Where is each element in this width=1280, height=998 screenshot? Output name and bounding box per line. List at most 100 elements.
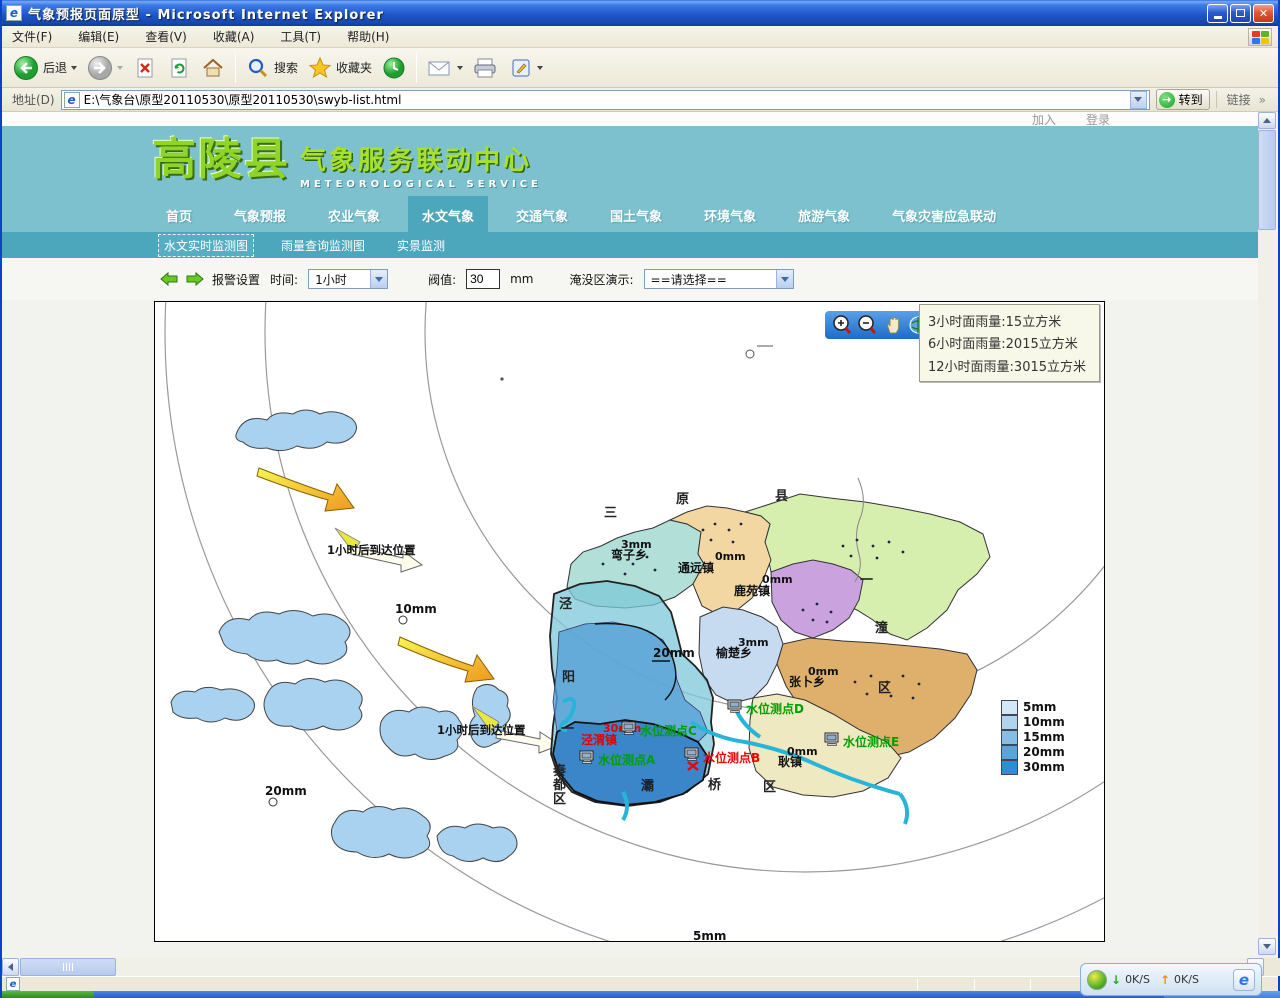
scroll-down-button[interactable] (1258, 938, 1276, 955)
address-bar: 地址(D) e E:\气象台\原型20110530\原型20110530\swy… (2, 88, 1278, 112)
address-value[interactable]: E:\气象台\原型20110530\原型20110530\swyb-list.h… (84, 91, 402, 108)
station-a-label[interactable]: 水位测点A (598, 752, 656, 767)
svg-text:三: 三 (604, 506, 617, 521)
zoom-in-icon[interactable] (831, 314, 853, 336)
svg-text:一: 一 (561, 722, 574, 737)
menu-favorites[interactable]: 收藏(A) (213, 28, 255, 45)
pan-hand-icon[interactable] (882, 314, 904, 336)
refresh-icon (167, 56, 191, 80)
vertical-scroll-thumb[interactable] (1258, 130, 1276, 230)
mail-button[interactable] (422, 53, 468, 83)
flood-select-arrow[interactable] (776, 270, 793, 288)
threshold-input[interactable] (466, 269, 500, 289)
legend-swatch-5mm (1001, 700, 1018, 715)
nav-tab-agriculture[interactable]: 农业气象 (314, 196, 394, 232)
subnav-live-view[interactable]: 实景监测 (392, 235, 450, 256)
mail-dropdown-icon[interactable] (457, 66, 463, 70)
zoom-out-icon[interactable] (856, 314, 878, 336)
nav-tab-home[interactable]: 首页 (152, 196, 206, 232)
stop-button[interactable] (128, 53, 162, 83)
refresh-button[interactable] (162, 53, 196, 83)
network-speed-widget[interactable]: ↓ 0K/S ↑ 0K/S e (1080, 963, 1262, 996)
scroll-up-button[interactable] (1258, 112, 1276, 129)
svg-text:20mm: 20mm (265, 784, 307, 798)
svg-text:县: 县 (775, 489, 788, 504)
main-nav: 首页 气象预报 农业气象 水文气象 交通气象 国土气象 环境气象 旅游气象 气象… (2, 196, 1260, 232)
menu-view[interactable]: 查看(V) (145, 28, 187, 45)
ie-launcher-icon[interactable]: e (1233, 969, 1255, 991)
login-link[interactable]: 登录 (1086, 111, 1110, 128)
legend-swatch-15mm (1001, 730, 1018, 745)
station-d-icon[interactable] (728, 700, 741, 712)
history-button[interactable] (377, 53, 411, 83)
chevron-left-icon (8, 963, 13, 971)
station-d-label[interactable]: 水位测点D (746, 701, 804, 716)
title-bar[interactable]: e 气象预报页面原型 - Microsoft Internet Explorer… (2, 0, 1278, 26)
horizontal-scrollbar[interactable] (2, 958, 1264, 976)
search-icon (246, 56, 270, 80)
forward-dropdown-icon[interactable] (117, 66, 123, 70)
menu-help[interactable]: 帮助(H) (347, 28, 389, 45)
scroll-left-button[interactable] (2, 958, 19, 976)
station-b-label[interactable]: 水位测点B (703, 750, 760, 765)
menu-file[interactable]: 文件(F) (12, 28, 52, 45)
close-button[interactable]: ✕ (1253, 4, 1274, 23)
start-button[interactable] (2, 991, 94, 998)
address-input[interactable]: e E:\气象台\原型20110530\原型20110530\swyb-list… (61, 90, 1150, 110)
ie-toolbar: 后退 (2, 48, 1278, 88)
time-select[interactable]: 1小时 (308, 269, 388, 289)
svg-text:10mm: 10mm (395, 602, 437, 616)
edit-dropdown-icon[interactable] (537, 66, 543, 70)
home-icon (201, 56, 225, 80)
home-button[interactable] (196, 53, 230, 83)
flood-zone (550, 581, 714, 806)
station-c-label[interactable]: 水位测点C (640, 723, 697, 738)
hydrology-map[interactable]: 三 原 县 泾 阳 一 潼 区 一 秦 都 区 灞 桥 区 (154, 301, 1105, 942)
join-link[interactable]: 加入 (1032, 111, 1056, 128)
site-header: 高陵县 气象服务联动中心 METEOROLOGICAL SERVICE (2, 126, 1260, 196)
search-button[interactable]: 搜索 (241, 53, 303, 83)
chevron-down-icon (1134, 97, 1142, 102)
subnav-rain-query[interactable]: 雨量查询监测图 (276, 235, 370, 256)
minimize-button[interactable] (1207, 4, 1228, 23)
print-button[interactable] (468, 53, 504, 83)
station-e-label[interactable]: 水位测点E (843, 734, 899, 749)
svg-text:都: 都 (552, 777, 566, 793)
svg-text:榆楚乡: 榆楚乡 (716, 645, 752, 660)
edit-button[interactable] (504, 53, 548, 83)
legend-label-10mm: 10mm (1023, 715, 1065, 730)
nav-tab-land[interactable]: 国土气象 (596, 196, 676, 232)
svg-text:阳: 阳 (562, 670, 575, 685)
rainfall-legend: 5mm 10mm 15mm 20mm 30mm (1001, 700, 1065, 775)
district-luyuanzhen[interactable] (771, 560, 863, 638)
address-dropdown-button[interactable] (1130, 91, 1147, 109)
horizontal-scroll-thumb[interactable] (20, 958, 116, 976)
time-select-arrow[interactable] (370, 270, 387, 288)
print-icon (473, 56, 499, 80)
go-button[interactable]: → 转到 (1156, 89, 1210, 110)
menu-edit[interactable]: 编辑(E) (78, 28, 119, 45)
next-arrow-icon[interactable] (186, 271, 204, 287)
back-label: 后退 (43, 59, 67, 76)
subnav-realtime-monitor[interactable]: 水文实时监测图 (158, 234, 254, 257)
forward-button[interactable] (82, 52, 128, 84)
links-menu[interactable]: 链接 » (1216, 91, 1274, 108)
back-button[interactable]: 后退 (8, 52, 82, 84)
nav-tab-traffic[interactable]: 交通气象 (502, 196, 582, 232)
nav-tab-emergency[interactable]: 气象灾害应急联动 (878, 196, 1010, 232)
menu-tools[interactable]: 工具(T) (280, 28, 321, 45)
nav-tab-hydrology[interactable]: 水文气象 (408, 196, 488, 232)
upload-speed: 0K/S (1174, 973, 1199, 986)
favorites-button[interactable]: 收藏夹 (303, 53, 377, 83)
logo-red (1252, 31, 1260, 37)
nav-tab-environment[interactable]: 环境气象 (690, 196, 770, 232)
legend-swatch-20mm (1001, 745, 1018, 760)
nav-tab-tourism[interactable]: 旅游气象 (784, 196, 864, 232)
vertical-scrollbar[interactable] (1258, 112, 1276, 958)
prev-arrow-icon[interactable] (160, 271, 178, 287)
nav-tab-forecast[interactable]: 气象预报 (220, 196, 300, 232)
flood-demo-select[interactable]: ==请选择== (644, 269, 794, 289)
restore-icon (1236, 9, 1245, 17)
restore-button[interactable] (1230, 4, 1251, 23)
back-dropdown-icon[interactable] (71, 66, 77, 70)
